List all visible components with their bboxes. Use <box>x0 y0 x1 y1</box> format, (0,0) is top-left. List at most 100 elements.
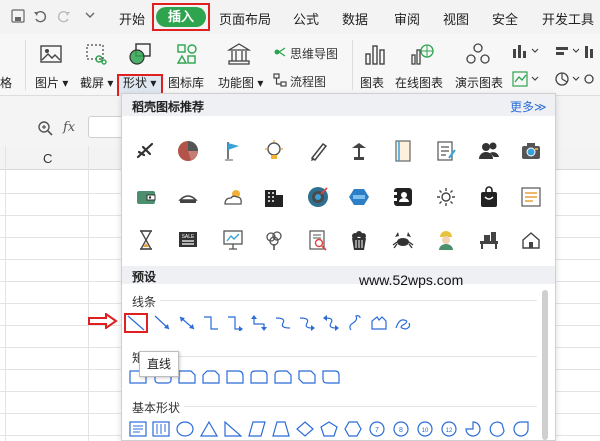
snip-round-rectangle-shape[interactable] <box>274 370 292 387</box>
right-triangle-shape[interactable] <box>224 420 243 440</box>
pie-shape[interactable] <box>464 421 482 440</box>
tab-security[interactable]: 安全 <box>492 9 518 28</box>
hexagon-tag-icon[interactable] <box>348 186 370 208</box>
bread-icon[interactable] <box>177 186 199 208</box>
round-corner-rectangle-shape[interactable] <box>226 370 244 387</box>
pen-icon[interactable] <box>307 140 329 162</box>
ellipse-shape[interactable] <box>176 421 194 440</box>
sale-sign-icon[interactable]: SALE <box>177 229 199 251</box>
more-link[interactable]: 更多≫ <box>510 98 547 115</box>
freeform-shape[interactable] <box>370 315 388 334</box>
round-same-side-rectangle-shape[interactable] <box>250 370 268 387</box>
zoom-icon[interactable] <box>37 120 53 139</box>
lamp-icon[interactable] <box>348 140 370 162</box>
tab-developer[interactable]: 开发工具 <box>542 9 594 28</box>
document-icon[interactable] <box>392 140 414 162</box>
diagonal-rectangle-shape[interactable] <box>298 370 316 387</box>
users-icon[interactable] <box>478 140 500 162</box>
parallelogram-shape[interactable] <box>248 421 266 440</box>
mind-map-icon[interactable] <box>273 45 287 62</box>
notepad-icon[interactable] <box>435 140 457 162</box>
shapes-icon[interactable] <box>128 42 152 66</box>
screenshot-button[interactable]: 截屏 ▾ <box>80 74 113 91</box>
text-box-shape[interactable] <box>129 421 147 440</box>
flowchart-icon[interactable] <box>273 73 287 90</box>
curved-double-arrow-connector-shape[interactable] <box>322 315 340 334</box>
mind-map-button[interactable]: 思维导图 <box>290 45 338 62</box>
elbow-double-arrow-connector-shape[interactable] <box>250 315 268 334</box>
double-arrow-line-shape[interactable] <box>178 315 196 334</box>
stacked-chart-small-icon[interactable] <box>555 43 595 62</box>
wallet-icon[interactable] <box>135 186 157 208</box>
cloud-sun-icon[interactable] <box>222 186 244 208</box>
tab-formulas[interactable]: 公式 <box>293 9 319 28</box>
pie-chart-icon[interactable] <box>177 140 199 162</box>
contact-card-icon[interactable] <box>392 186 414 208</box>
demo-chart-button[interactable]: 演示图表 <box>455 74 503 91</box>
icon-library-icon[interactable] <box>175 42 199 66</box>
text-list-icon[interactable] <box>520 186 542 208</box>
snip-same-side-rectangle-shape[interactable] <box>202 370 220 387</box>
triangle-shape[interactable] <box>199 420 219 440</box>
tab-view[interactable]: 视图 <box>443 9 469 28</box>
line-shape[interactable] <box>127 315 145 334</box>
curve-shape[interactable] <box>346 315 364 334</box>
target-icon[interactable] <box>307 186 329 208</box>
popcorn-icon[interactable] <box>348 229 370 251</box>
online-chart-button[interactable]: 在线图表 <box>395 74 443 91</box>
shapes-button[interactable]: 形状 ▾ <box>123 74 156 91</box>
tab-data[interactable]: 数据 <box>342 9 368 28</box>
tab-page-layout[interactable]: 页面布局 <box>219 9 271 28</box>
function-icon[interactable]: fx <box>63 120 75 135</box>
pentagon-shape[interactable] <box>320 421 338 440</box>
scribble-shape[interactable] <box>394 315 412 334</box>
trapezoid-shape[interactable] <box>272 421 290 440</box>
chart-icon[interactable] <box>363 42 387 66</box>
chord-shape[interactable] <box>488 421 506 440</box>
pie-chart-small-icon[interactable] <box>555 71 595 90</box>
icon-library-button[interactable]: 图标库 <box>168 74 204 91</box>
arrow-line-shape[interactable] <box>154 315 172 334</box>
tab-insert[interactable]: 插入 <box>156 7 206 27</box>
desk-icon[interactable] <box>478 229 500 251</box>
tab-home[interactable]: 开始 <box>119 9 145 28</box>
crab-icon[interactable] <box>392 229 414 251</box>
undo-icon[interactable] <box>32 9 48 25</box>
tab-review[interactable]: 审阅 <box>394 9 420 28</box>
online-chart-icon[interactable] <box>410 42 434 66</box>
airplane-icon[interactable] <box>135 140 157 162</box>
chart-button[interactable]: 图表 <box>360 74 384 91</box>
column-header-c[interactable]: C <box>43 151 52 166</box>
save-icon[interactable] <box>10 9 26 25</box>
hourglass-icon[interactable] <box>135 229 157 251</box>
chevron-down-icon[interactable] <box>82 9 98 25</box>
screenshot-icon[interactable] <box>84 42 108 66</box>
building-icon[interactable] <box>263 186 285 208</box>
elbow-arrow-connector-shape[interactable] <box>226 315 244 334</box>
curved-arrow-connector-shape[interactable] <box>298 315 316 334</box>
function-chart-button[interactable]: 功能图 ▾ <box>218 74 263 91</box>
dodecagon-shape[interactable]: 12 <box>440 421 458 440</box>
lightbulb-icon[interactable] <box>263 140 285 162</box>
flag-icon[interactable] <box>222 140 244 162</box>
elbow-connector-shape[interactable] <box>202 315 220 334</box>
snip-corner-rectangle-shape[interactable] <box>178 370 196 387</box>
line-chart-small-icon[interactable] <box>512 71 546 90</box>
bar-chart-small-icon[interactable] <box>512 43 546 62</box>
octagon-shape[interactable]: 8 <box>392 421 410 440</box>
document-search-icon[interactable] <box>307 229 329 251</box>
redo-icon[interactable] <box>56 9 72 25</box>
tree-icon[interactable] <box>263 229 285 251</box>
teardrop-shape[interactable] <box>512 421 530 440</box>
camera-icon[interactable] <box>520 140 542 162</box>
picture-icon[interactable] <box>39 42 63 66</box>
heptagon-shape[interactable]: 7 <box>368 421 386 440</box>
curved-connector-shape[interactable] <box>274 315 292 334</box>
shopping-bag-icon[interactable] <box>478 186 500 208</box>
presentation-icon[interactable] <box>222 229 244 251</box>
flowchart-button[interactable]: 流程图 <box>290 73 326 90</box>
demo-chart-icon[interactable] <box>466 42 490 66</box>
vertical-text-box-shape[interactable] <box>152 421 170 440</box>
round-diagonal-rectangle-shape[interactable] <box>322 370 340 387</box>
panel-scrollbar[interactable] <box>542 290 548 440</box>
